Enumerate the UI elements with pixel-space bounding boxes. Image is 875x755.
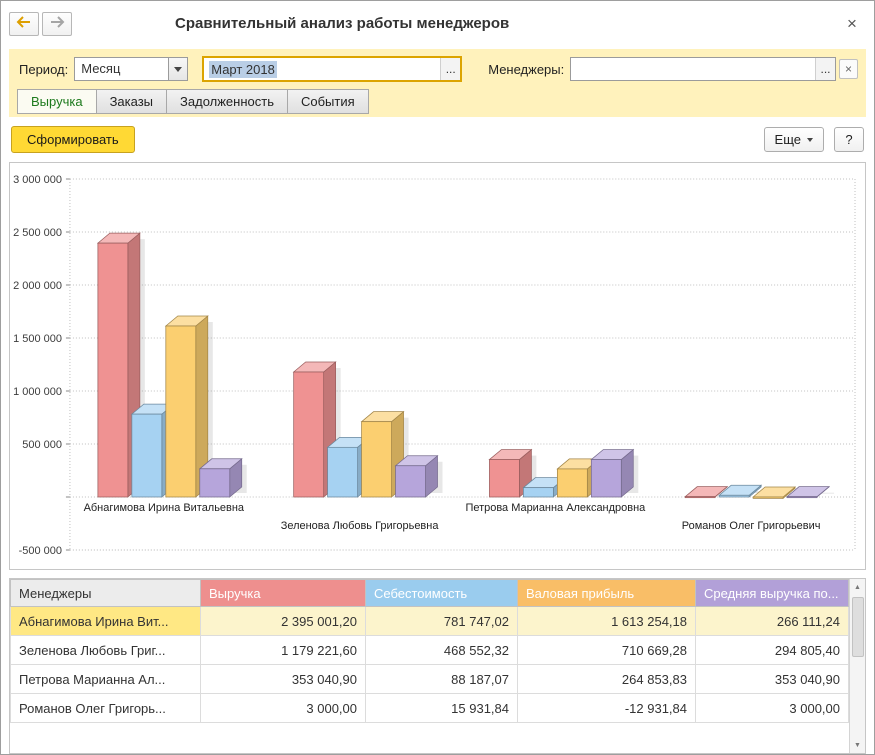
value-cell[interactable]: 264 853,83 bbox=[518, 665, 696, 694]
results-table: МенеджерыВыручкаСебестоимостьВаловая при… bbox=[10, 579, 849, 723]
svg-text:Петрова Марианна Александровна: Петрова Марианна Александровна bbox=[465, 502, 646, 514]
column-header[interactable]: Менеджеры bbox=[11, 580, 201, 607]
more-button[interactable]: Еще bbox=[764, 127, 824, 152]
back-arrow-icon bbox=[16, 16, 32, 31]
column-header[interactable]: Себестоимость bbox=[366, 580, 518, 607]
toolbar-right: Еще ? bbox=[764, 127, 864, 152]
managers-filter: Менеджеры: ... × bbox=[486, 57, 858, 81]
help-button[interactable]: ? bbox=[834, 127, 864, 152]
tab-1[interactable]: Выручка bbox=[17, 89, 97, 114]
svg-text:1 500 000: 1 500 000 bbox=[13, 333, 62, 345]
column-header[interactable]: Выручка bbox=[201, 580, 366, 607]
managers-clear-button[interactable]: × bbox=[839, 59, 858, 79]
manager-name-cell[interactable]: Абнагимова Ирина Вит... bbox=[11, 607, 201, 636]
svg-text:Романов Олег Григорьевич: Романов Олег Григорьевич bbox=[682, 520, 821, 532]
date-picker-button[interactable]: ... bbox=[440, 58, 460, 80]
value-cell[interactable]: -12 931,84 bbox=[518, 694, 696, 723]
results-table-container: МенеджерыВыручкаСебестоимостьВаловая при… bbox=[9, 578, 866, 754]
page-title: Сравнительный анализ работы менеджеров bbox=[175, 15, 509, 32]
table-body: Абнагимова Ирина Вит...2 395 001,20781 7… bbox=[11, 607, 849, 723]
date-field[interactable]: Март 2018 ... bbox=[202, 56, 462, 82]
scroll-down-icon[interactable]: ▼ bbox=[850, 737, 865, 753]
date-value: Март 2018 bbox=[204, 60, 440, 79]
tab-4[interactable]: События bbox=[287, 89, 369, 114]
svg-text:1 000 000: 1 000 000 bbox=[13, 386, 62, 398]
generate-button[interactable]: Сформировать bbox=[11, 126, 135, 153]
scroll-thumb[interactable] bbox=[852, 597, 864, 657]
value-cell[interactable]: 781 747,02 bbox=[366, 607, 518, 636]
scroll-up-icon[interactable]: ▲ bbox=[850, 579, 865, 595]
filter-row: Период: Месяц Март 2018 ... Менеджеры: .… bbox=[17, 55, 858, 83]
tab-3[interactable]: Задолженность bbox=[166, 89, 288, 114]
value-cell[interactable]: 3 000,00 bbox=[696, 694, 849, 723]
value-cell[interactable]: 294 805,40 bbox=[696, 636, 849, 665]
svg-text:3 000 000: 3 000 000 bbox=[13, 174, 62, 186]
svg-text:500 000: 500 000 bbox=[22, 439, 62, 451]
value-cell[interactable]: 3 000,00 bbox=[201, 694, 366, 723]
value-cell[interactable]: 1 179 221,60 bbox=[201, 636, 366, 665]
tab-bar: ВыручкаЗаказыЗадолженностьСобытия bbox=[17, 89, 858, 114]
value-cell[interactable]: 266 111,24 bbox=[696, 607, 849, 636]
managers-field[interactable]: ... bbox=[570, 57, 836, 81]
svg-text:Абнагимова Ирина Витальевна: Абнагимова Ирина Витальевна bbox=[84, 502, 245, 514]
table-row[interactable]: Абнагимова Ирина Вит...2 395 001,20781 7… bbox=[11, 607, 849, 636]
chart-area: 3 000 000 2 500 000 2 000 000 1 500 000 1 00… bbox=[9, 162, 866, 570]
period-dropdown-button[interactable] bbox=[168, 58, 187, 80]
filter-panel: Период: Месяц Март 2018 ... Менеджеры: .… bbox=[9, 49, 866, 117]
value-cell[interactable]: 710 669,28 bbox=[518, 636, 696, 665]
forward-button[interactable] bbox=[42, 12, 72, 36]
value-cell[interactable]: 88 187,07 bbox=[366, 665, 518, 694]
back-button[interactable] bbox=[9, 12, 39, 36]
chevron-down-icon bbox=[807, 138, 813, 142]
app-window: { "window": { "title": "Сравнительный ан… bbox=[0, 0, 875, 755]
value-cell[interactable]: 1 613 254,18 bbox=[518, 607, 696, 636]
period-value: Месяц bbox=[75, 58, 168, 80]
toolbar: Сформировать Еще ? bbox=[1, 117, 874, 162]
close-button[interactable]: × bbox=[842, 14, 862, 34]
svg-text:-500 000: -500 000 bbox=[19, 545, 62, 557]
more-button-label: Еще bbox=[775, 132, 801, 147]
bar-chart-svg: 3 000 000 2 500 000 2 000 000 1 500 000 1 00… bbox=[10, 163, 865, 569]
tab-2[interactable]: Заказы bbox=[96, 89, 167, 114]
managers-input[interactable] bbox=[571, 58, 815, 80]
period-label: Период: bbox=[19, 62, 68, 77]
manager-name-cell[interactable]: Романов Олег Григорь... bbox=[11, 694, 201, 723]
period-combobox[interactable]: Месяц bbox=[74, 57, 188, 81]
svg-text:2 000 000: 2 000 000 bbox=[13, 280, 62, 292]
table-row[interactable]: Зеленова Любовь Григ...1 179 221,60468 5… bbox=[11, 636, 849, 665]
manager-name-cell[interactable]: Петрова Марианна Ал... bbox=[11, 665, 201, 694]
title-bar: Сравнительный анализ работы менеджеров × bbox=[1, 1, 874, 46]
value-cell[interactable]: 15 931,84 bbox=[366, 694, 518, 723]
managers-select-button[interactable]: ... bbox=[815, 58, 835, 80]
table-scrollbar[interactable]: ▲ ▼ bbox=[849, 579, 865, 753]
value-cell[interactable]: 2 395 001,20 bbox=[201, 607, 366, 636]
manager-name-cell[interactable]: Зеленова Любовь Григ... bbox=[11, 636, 201, 665]
table-row[interactable]: Романов Олег Григорь...3 000,0015 931,84… bbox=[11, 694, 849, 723]
value-cell[interactable]: 353 040,90 bbox=[201, 665, 366, 694]
forward-arrow-icon bbox=[49, 16, 65, 31]
column-header[interactable]: Средняя выручка по... bbox=[696, 580, 849, 607]
value-cell[interactable]: 468 552,32 bbox=[366, 636, 518, 665]
value-cell[interactable]: 353 040,90 bbox=[696, 665, 849, 694]
chevron-down-icon bbox=[174, 67, 182, 72]
managers-label: Менеджеры: bbox=[488, 62, 564, 77]
table-header-row: МенеджерыВыручкаСебестоимостьВаловая при… bbox=[11, 580, 849, 607]
svg-text:Зеленова Любовь Григорьевна: Зеленова Любовь Григорьевна bbox=[281, 520, 440, 532]
column-header[interactable]: Валовая прибыль bbox=[518, 580, 696, 607]
svg-text:2 500 000: 2 500 000 bbox=[13, 227, 62, 239]
table-row[interactable]: Петрова Марианна Ал...353 040,9088 187,0… bbox=[11, 665, 849, 694]
